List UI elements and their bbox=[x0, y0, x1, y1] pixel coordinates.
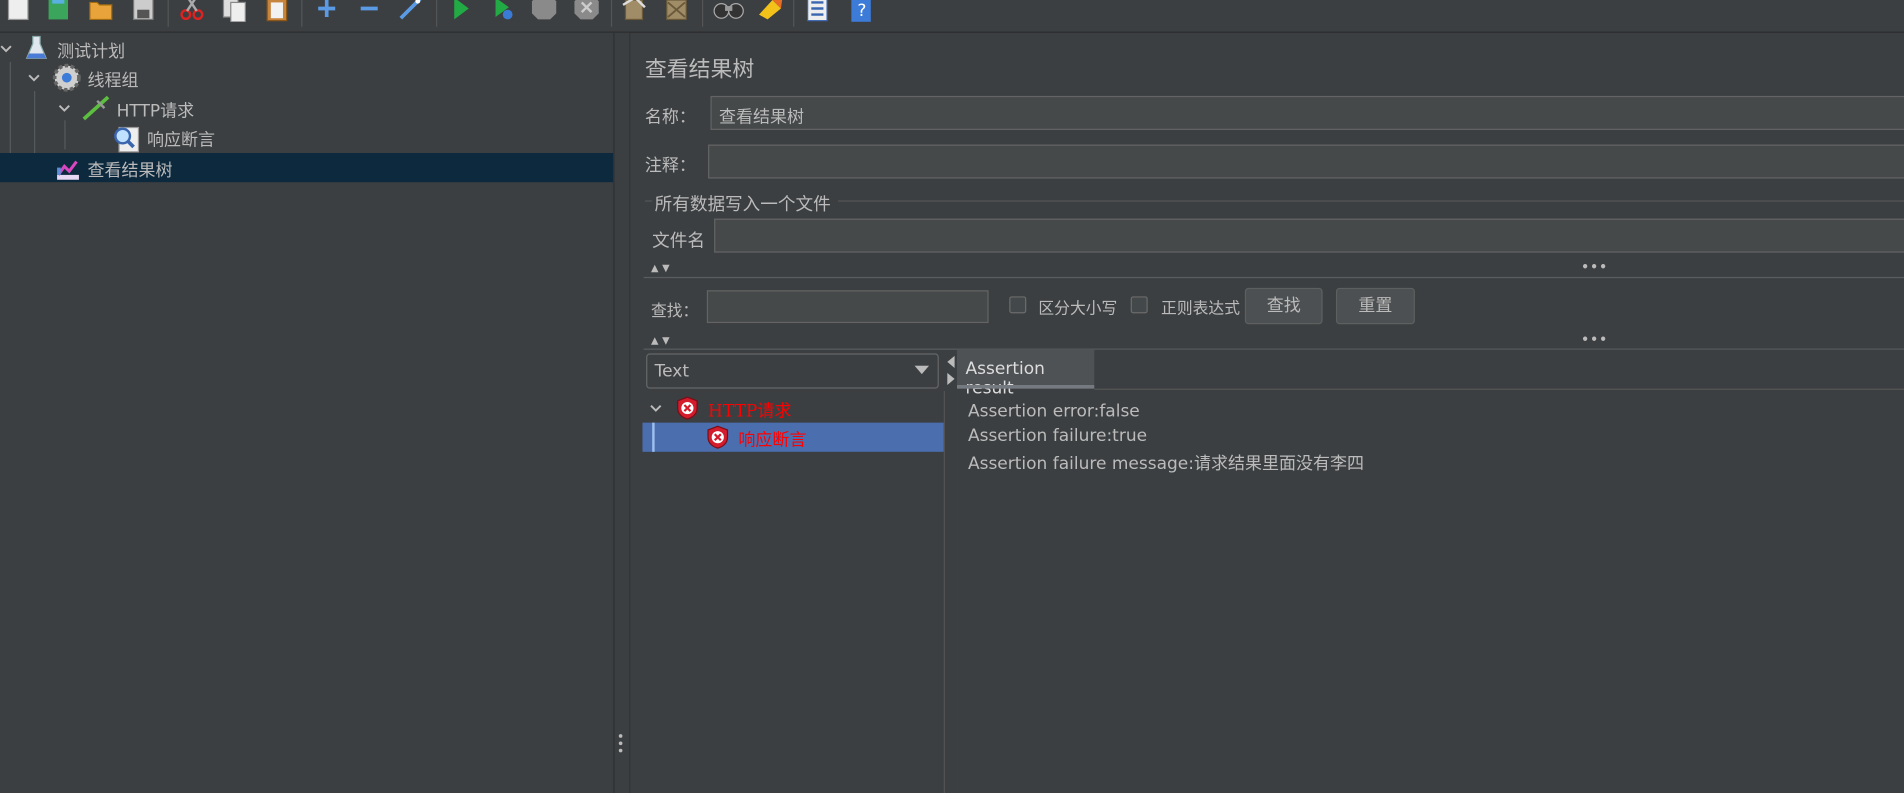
result-tree-list: HTTP请求 响应断言 bbox=[642, 391, 944, 793]
open-icon[interactable] bbox=[87, 0, 114, 22]
assertion-message-line: Assertion failure message:请求结果里面没有李四 bbox=[967, 454, 1365, 474]
templates-icon[interactable] bbox=[45, 0, 72, 22]
result-item-label: HTTP请求 bbox=[708, 401, 792, 422]
expand-icon[interactable] bbox=[313, 0, 340, 22]
tree-item-label: HTTP请求 bbox=[116, 102, 195, 122]
vertical-splitter[interactable] bbox=[613, 32, 631, 793]
tree-item-label: 线程组 bbox=[87, 71, 139, 92]
reset-button[interactable]: 重置 bbox=[1335, 287, 1415, 325]
test-plan-icon bbox=[25, 35, 48, 59]
paste-icon[interactable] bbox=[264, 0, 291, 22]
chevron-down-icon[interactable] bbox=[0, 41, 13, 56]
split-arrows-icon[interactable] bbox=[946, 355, 956, 388]
filename-field[interactable] bbox=[714, 218, 1904, 253]
collapse-icon[interactable] bbox=[356, 0, 383, 22]
save-icon[interactable] bbox=[130, 0, 157, 22]
assertion-icon bbox=[114, 126, 140, 153]
filename-label: 文件名 bbox=[652, 231, 706, 252]
stop-icon[interactable] bbox=[530, 0, 557, 22]
case-sensitive-checkbox[interactable] bbox=[1009, 296, 1027, 314]
comment-field[interactable] bbox=[708, 144, 1904, 179]
result-detail-pane: Assertion result Assertion error:false A… bbox=[957, 349, 1904, 793]
clear-icon[interactable] bbox=[621, 0, 648, 22]
toggle-icon[interactable] bbox=[397, 0, 424, 22]
chevron-down-icon[interactable] bbox=[57, 101, 72, 116]
search-icon[interactable] bbox=[713, 0, 744, 22]
more-dots-icon[interactable]: ••• bbox=[1581, 261, 1608, 274]
search-label: 查找： bbox=[650, 302, 699, 321]
clear-all-icon[interactable] bbox=[663, 0, 690, 22]
result-item-label: 响应断言 bbox=[738, 431, 807, 451]
svg-text:?: ? bbox=[857, 1, 866, 21]
toolbar: ? bbox=[0, 0, 1904, 33]
more-dots-icon[interactable]: ••• bbox=[1581, 334, 1608, 347]
search-input[interactable] bbox=[706, 290, 989, 324]
tree-item-label: 响应断言 bbox=[146, 131, 215, 151]
shutdown-icon[interactable] bbox=[572, 0, 599, 22]
tree-item-http-request[interactable]: HTTP请求 bbox=[0, 94, 613, 123]
tab-assertion-result[interactable]: Assertion result bbox=[957, 349, 1095, 398]
split-arrows-icon[interactable]: ▲▼ bbox=[651, 335, 673, 346]
start-icon[interactable] bbox=[447, 0, 474, 22]
renderer-select[interactable]: Text bbox=[646, 353, 939, 389]
splitter-handle-icon[interactable] bbox=[618, 734, 623, 753]
chevron-down-icon[interactable] bbox=[27, 70, 42, 85]
test-plan-tree: 测试计划 线程组 HTTP请求 响应断言 查看结果树 bbox=[0, 32, 614, 793]
new-icon[interactable] bbox=[5, 0, 32, 22]
tree-item-test-plan[interactable]: 测试计划 bbox=[0, 34, 613, 63]
file-group-title: 所有数据写入一个文件 bbox=[654, 195, 831, 215]
thread-group-icon bbox=[52, 63, 81, 92]
tree-item-label: 测试计划 bbox=[57, 42, 126, 62]
tree-item-response-assertion[interactable]: 响应断言 bbox=[0, 123, 613, 153]
error-shield-icon bbox=[707, 425, 729, 449]
reset-search-icon[interactable] bbox=[755, 0, 783, 22]
error-shield-icon bbox=[677, 396, 698, 420]
regex-checkbox[interactable] bbox=[1130, 296, 1148, 314]
tree-item-view-results-tree[interactable]: 查看结果树 bbox=[0, 153, 614, 183]
http-sampler-icon bbox=[82, 95, 110, 121]
function-helper-icon[interactable] bbox=[804, 0, 831, 22]
cut-icon[interactable] bbox=[179, 0, 206, 22]
start-no-pause-icon[interactable] bbox=[489, 0, 516, 22]
chevron-down-icon[interactable] bbox=[914, 365, 930, 376]
help-icon[interactable]: ? bbox=[848, 0, 875, 22]
tree-item-label: 查看结果树 bbox=[87, 161, 173, 181]
name-label: 名称： bbox=[644, 108, 696, 128]
page-title: 查看结果树 bbox=[644, 57, 755, 83]
assertion-error-line: Assertion error:false bbox=[967, 401, 1140, 422]
split-arrows-icon[interactable]: ▲▼ bbox=[651, 262, 673, 273]
find-button[interactable]: 查找 bbox=[1244, 287, 1323, 325]
result-item-http-request[interactable]: HTTP请求 bbox=[642, 393, 943, 422]
case-sensitive-label: 区分大小写 bbox=[1038, 299, 1118, 319]
comment-label: 注释： bbox=[644, 156, 696, 177]
regex-label: 正则表达式 bbox=[1161, 299, 1241, 319]
results-tree-icon bbox=[57, 160, 79, 180]
tree-item-thread-group[interactable]: 线程组 bbox=[0, 63, 613, 92]
chevron-down-icon[interactable] bbox=[649, 401, 664, 416]
name-field[interactable]: 查看结果树 bbox=[710, 95, 1904, 130]
renderer-select-value: Text bbox=[654, 361, 690, 382]
result-item-response-assertion[interactable]: 响应断言 bbox=[642, 422, 944, 452]
assertion-failure-line: Assertion failure:true bbox=[967, 426, 1148, 446]
copy-icon[interactable] bbox=[221, 0, 248, 22]
